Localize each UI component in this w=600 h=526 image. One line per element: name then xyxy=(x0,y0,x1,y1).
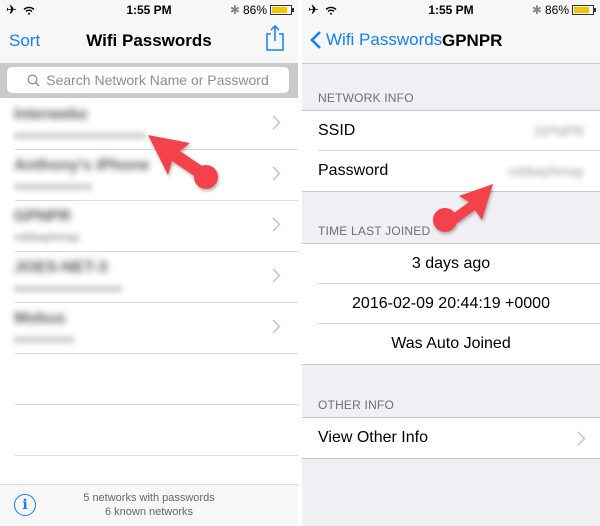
page-title: Wifi Passwords xyxy=(86,31,212,50)
timestamp-cell: 2016-02-09 20:44:19 +0000 xyxy=(302,284,600,324)
network-name: JOES-NET-3 xyxy=(14,259,108,276)
network-list: Interwebz xxxxxxxxxxxxxxxxxxxxxx Anthony… xyxy=(0,98,298,456)
network-name: Mobus xyxy=(14,310,66,327)
timestamp: 2016-02-09 20:44:19 +0000 xyxy=(352,295,550,312)
status-right-icons: ✱ 86% xyxy=(229,3,294,17)
bluetooth-icon: ✱ xyxy=(531,3,542,17)
networks-with-passwords: 5 networks with passwords xyxy=(83,492,215,504)
empty-row xyxy=(0,353,298,405)
battery-percent: 86% xyxy=(242,3,267,17)
section-header-other-info: OTHER INFO xyxy=(318,398,394,412)
network-name: Anthony's iPhone xyxy=(14,157,150,174)
ssid-cell[interactable]: SSID GPNPR xyxy=(302,111,600,151)
network-row[interactable]: JOES-NET-3 xxxxxxxxxxxxxxxxxx xyxy=(0,251,298,303)
empty-row xyxy=(0,404,298,456)
chevron-right-icon xyxy=(272,319,281,334)
network-name: GPNPR xyxy=(14,208,71,225)
share-icon[interactable] xyxy=(265,25,285,51)
search-input[interactable]: Search Network Name or Password xyxy=(7,67,289,93)
section-header-network-info: NETWORK INFO xyxy=(318,91,414,105)
chevron-right-icon xyxy=(577,431,586,446)
info-icon[interactable]: i xyxy=(14,494,36,516)
bluetooth-icon: ✱ xyxy=(229,3,240,17)
time-last-joined-group: 3 days ago 2016-02-09 20:44:19 +0000 Was… xyxy=(302,243,600,365)
status-bar: ✈ 1:55 PM ✱ 86% xyxy=(302,0,600,20)
ssid-value: GPNPR xyxy=(534,123,584,139)
other-info-group: View Other Info xyxy=(302,417,600,459)
network-detail-screen: ✈ 1:55 PM ✱ 86% Wifi Passwords GPNPR NET… xyxy=(302,0,600,526)
back-label: Wifi Passwords xyxy=(326,30,443,49)
relative-time-cell: 3 days ago xyxy=(302,244,600,284)
network-list-screen: ✈ 1:55 PM ✱ 86% Sort Wifi Passwords Sear… xyxy=(0,0,298,526)
back-button[interactable]: Wifi Passwords xyxy=(310,30,442,50)
battery-percent: 86% xyxy=(544,3,569,17)
battery-fill xyxy=(272,7,288,13)
battery-icon xyxy=(572,5,596,15)
battery-fill xyxy=(574,7,590,13)
network-row[interactable]: Interwebz xxxxxxxxxxxxxxxxxxxxxx xyxy=(0,98,298,150)
chevron-left-icon xyxy=(310,31,321,49)
password-cell[interactable]: Password rxbbayhmay xyxy=(302,151,600,191)
chevron-right-icon xyxy=(272,268,281,283)
known-networks: 6 known networks xyxy=(104,506,194,518)
network-password: xxxxxxxxxxxxxxxxxxxxxx xyxy=(14,128,146,142)
status-bar: ✈ 1:55 PM ✱ 86% xyxy=(0,0,298,20)
navigation-bar: Sort Wifi Passwords xyxy=(0,20,298,64)
chevron-right-icon xyxy=(272,217,281,232)
section-header-time-last-joined: TIME LAST JOINED xyxy=(318,224,431,238)
view-other-info-label: View Other Info xyxy=(318,429,428,446)
password-value: rxbbayhmay xyxy=(507,163,584,179)
network-name: Interwebz xyxy=(14,106,88,123)
network-password: xxxxxxxxxxxxx xyxy=(14,179,92,193)
toolbar-footer: i 5 networks with passwords 6 known netw… xyxy=(0,484,298,526)
network-password: xxxxxxxxxx xyxy=(14,332,74,346)
view-other-info-cell[interactable]: View Other Info xyxy=(302,418,600,458)
search-icon xyxy=(27,74,40,86)
auto-joined-cell: Was Auto Joined xyxy=(302,324,600,364)
page-title: GPNPR xyxy=(442,31,503,50)
network-password: rxbbayhmay xyxy=(14,230,80,244)
navigation-bar: Wifi Passwords GPNPR xyxy=(302,20,600,64)
row-separator xyxy=(15,455,298,456)
search-bar: Search Network Name or Password xyxy=(0,64,298,98)
battery-icon xyxy=(270,5,294,15)
search-placeholder: Search Network Name or Password xyxy=(46,72,269,88)
network-row[interactable]: Mobus xxxxxxxxxx xyxy=(0,302,298,354)
chevron-right-icon xyxy=(272,166,281,181)
network-password: xxxxxxxxxxxxxxxxxx xyxy=(14,281,122,295)
network-row[interactable]: Anthony's iPhone xxxxxxxxxxxxx xyxy=(0,149,298,201)
ssid-label: SSID xyxy=(318,122,356,139)
network-row[interactable]: GPNPR rxbbayhmay xyxy=(0,200,298,252)
auto-joined: Was Auto Joined xyxy=(391,335,511,352)
status-right-icons: ✱ 86% xyxy=(531,3,596,17)
relative-time: 3 days ago xyxy=(411,255,491,272)
chevron-right-icon xyxy=(272,115,281,130)
network-stats: 5 networks with passwords 6 known networ… xyxy=(40,491,258,519)
password-label: Password xyxy=(318,162,389,179)
network-info-group: SSID GPNPR Password rxbbayhmay xyxy=(302,110,600,192)
